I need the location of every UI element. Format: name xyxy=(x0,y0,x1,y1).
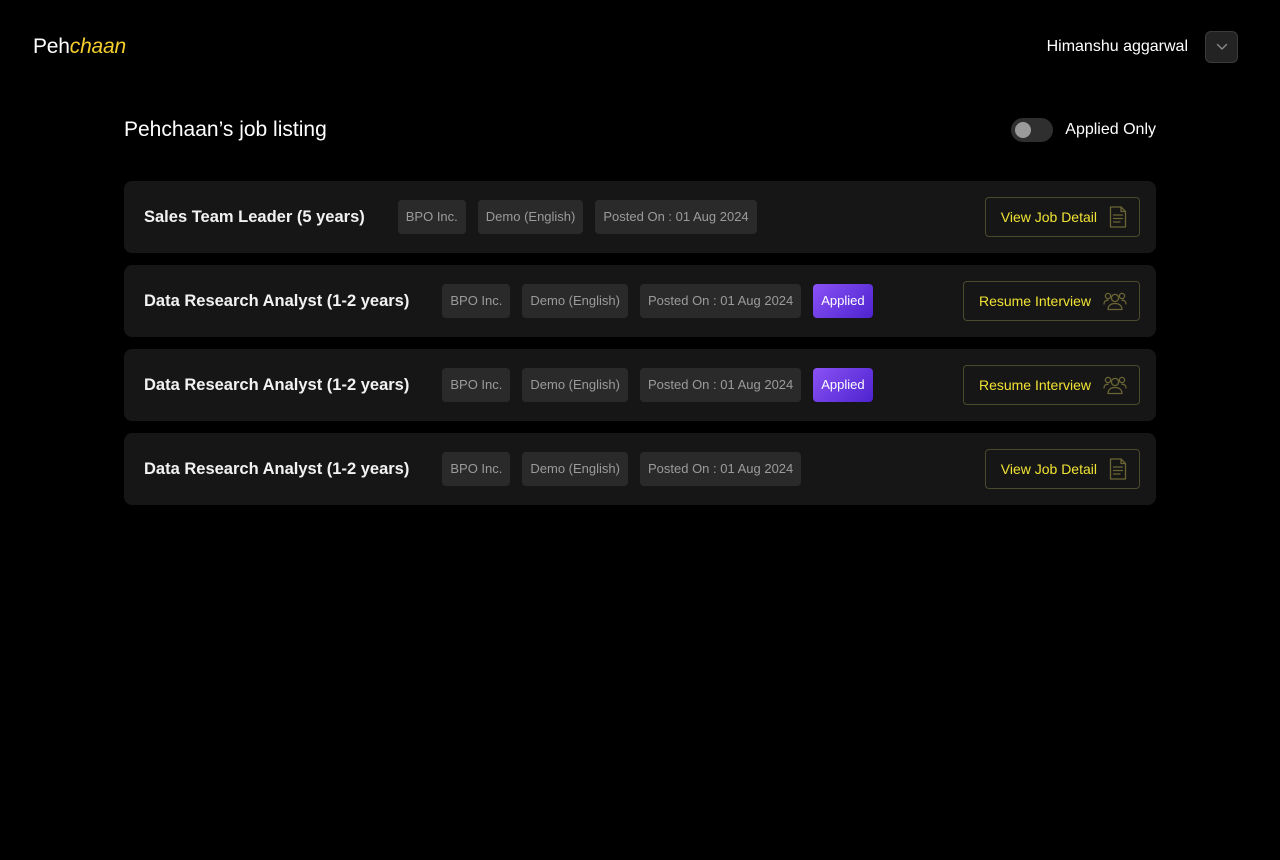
document-icon xyxy=(1109,206,1127,228)
company-tag: BPO Inc. xyxy=(442,368,511,402)
users-icon xyxy=(1103,291,1127,311)
applied-only-label: Applied Only xyxy=(1065,121,1156,138)
top-bar: Pehchaan Himanshu aggarwal xyxy=(0,0,1280,94)
applied-badge: Applied xyxy=(813,284,873,318)
applied-only-filter: Applied Only xyxy=(1011,117,1156,143)
user-menu-button[interactable] xyxy=(1205,31,1238,63)
job-title: Data Research Analyst (1-2 years) xyxy=(144,459,410,478)
logo[interactable]: Pehchaan xyxy=(33,34,126,60)
resume-interview-button[interactable]: Resume Interview xyxy=(962,281,1140,321)
logo-text-plain: Peh xyxy=(33,35,70,58)
company-tag: BPO Inc. xyxy=(442,284,511,318)
language-tag: Demo (English) xyxy=(522,452,628,486)
applied-badge: Applied xyxy=(813,368,873,402)
job-card: Data Research Analyst (1-2 years) BPO In… xyxy=(124,265,1156,337)
action-label: Resume Interview xyxy=(978,293,1091,309)
posted-date-tag: Posted On : 01 Aug 2024 xyxy=(595,200,757,234)
language-tag: Demo (English) xyxy=(522,284,628,318)
company-tag: BPO Inc. xyxy=(397,200,466,234)
job-list: Sales Team Leader (5 years) BPO Inc. Dem… xyxy=(124,181,1156,517)
page-header: Pehchaan’s job listing Applied Only xyxy=(124,110,1156,150)
toggle-knob xyxy=(1015,122,1032,138)
action-label: View Job Detail xyxy=(1000,209,1097,225)
resume-interview-button[interactable]: Resume Interview xyxy=(962,365,1140,405)
action-label: View Job Detail xyxy=(1000,461,1097,477)
applied-only-toggle[interactable] xyxy=(1011,118,1054,142)
language-tag: Demo (English) xyxy=(522,368,628,402)
view-job-detail-button[interactable]: View Job Detail xyxy=(984,449,1140,489)
job-title: Data Research Analyst (1-2 years) xyxy=(144,375,410,394)
chevron-down-icon xyxy=(1216,38,1228,56)
action-label: Resume Interview xyxy=(978,377,1091,393)
posted-date-tag: Posted On : 01 Aug 2024 xyxy=(639,368,802,402)
job-card: Data Research Analyst (1-2 years) BPO In… xyxy=(124,433,1156,505)
page-title: Pehchaan’s job listing xyxy=(124,118,327,141)
company-tag: BPO Inc. xyxy=(442,452,511,486)
job-title: Sales Team Leader (5 years) xyxy=(144,207,365,226)
job-card: Sales Team Leader (5 years) BPO Inc. Dem… xyxy=(124,181,1156,253)
posted-date-tag: Posted On : 01 Aug 2024 xyxy=(639,284,802,318)
language-tag: Demo (English) xyxy=(477,200,584,234)
job-card: Data Research Analyst (1-2 years) BPO In… xyxy=(124,349,1156,421)
view-job-detail-button[interactable]: View Job Detail xyxy=(984,197,1140,237)
posted-date-tag: Posted On : 01 Aug 2024 xyxy=(639,452,802,486)
user-name: Himanshu aggarwal xyxy=(1046,38,1188,55)
document-icon xyxy=(1109,458,1127,480)
users-icon xyxy=(1103,375,1127,395)
logo-text-accent: chaan xyxy=(69,35,126,58)
job-title: Data Research Analyst (1-2 years) xyxy=(144,291,410,310)
